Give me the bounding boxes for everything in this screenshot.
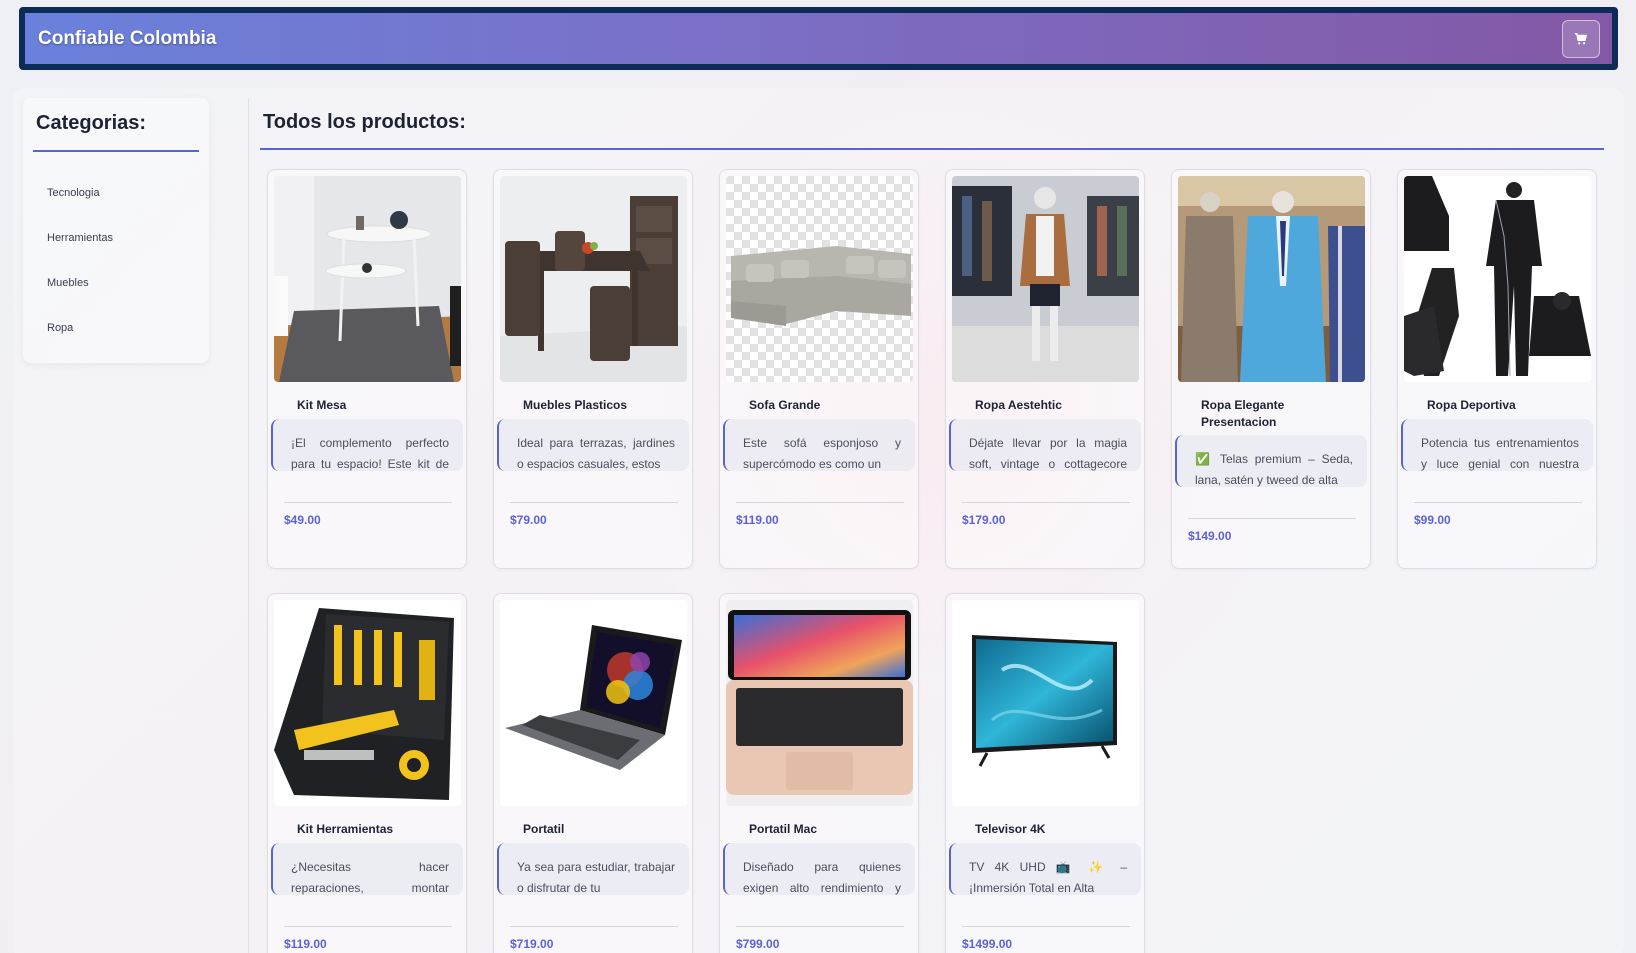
product-price: $1499.00 <box>962 937 1013 951</box>
product-divider <box>510 502 678 503</box>
category-item-ropa[interactable]: Ropa <box>47 320 113 365</box>
product-description: ¿Necesitas hacer reparaciones, montar mu… <box>271 843 463 895</box>
product-description: ¡El complemento perfecto para tu espacio… <box>271 419 463 471</box>
products-title: Todos los productos: <box>263 111 466 133</box>
product-name: Kit Herramientas <box>297 822 394 836</box>
product-card[interactable]: Ropa Elegante Presentacion ✅ Telas premi… <box>1171 169 1371 569</box>
product-divider <box>284 502 452 503</box>
sidebar-underline <box>33 150 199 152</box>
product-price: $179.00 <box>962 513 1006 527</box>
product-card[interactable]: Portatil Ya sea para estudiar, trabajar … <box>493 593 693 953</box>
products-underline <box>260 148 1604 150</box>
product-divider <box>510 926 678 927</box>
product-divider <box>962 926 1130 927</box>
product-divider <box>284 926 452 927</box>
product-price: $49.00 <box>284 513 321 527</box>
cart-button[interactable] <box>1562 19 1600 58</box>
product-divider <box>736 926 904 927</box>
product-image-ropa-aesthetic <box>952 176 1139 382</box>
category-item-tecnologia[interactable]: Tecnologia <box>47 185 113 230</box>
product-name: Portatil Mac <box>749 822 818 836</box>
product-divider <box>1188 518 1356 519</box>
product-image-portatil-mac <box>726 600 913 806</box>
product-price: $799.00 <box>736 937 780 951</box>
sidebar-title: Categorias: <box>36 112 147 134</box>
product-card[interactable]: Kit Herramientas ¿Necesitas hacer repara… <box>267 593 467 953</box>
product-image-kit-herramientas <box>274 600 461 806</box>
product-description: Ideal para terrazas, jardines o espacios… <box>497 419 689 471</box>
product-name: Televisor 4K <box>975 822 1046 836</box>
product-price: $79.00 <box>510 513 547 527</box>
product-name: Kit Mesa <box>297 398 347 412</box>
product-card[interactable]: Portatil Mac Diseñado para quienes exige… <box>719 593 919 953</box>
product-description: Ya sea para estudiar, trabajar o disfrut… <box>497 843 689 895</box>
product-image-muebles-plasticos <box>500 176 687 382</box>
product-name: Ropa Elegante Presentacion <box>1201 398 1285 429</box>
product-grid: Kit Mesa ¡El complemento perfecto para t… <box>267 169 1617 953</box>
product-card[interactable]: Muebles Plasticos Ideal para terrazas, j… <box>493 169 693 569</box>
product-card[interactable]: Televisor 4K TV 4K UHD 📺 ✨ – ¡Inmersión … <box>945 593 1145 953</box>
category-sidebar: Categorias: Tecnologia Herramientas Mueb… <box>23 98 209 363</box>
product-description: Potencia tus entrenamientos y luce genia… <box>1401 419 1593 471</box>
category-list: Tecnologia Herramientas Muebles Ropa <box>47 185 113 365</box>
product-price: $149.00 <box>1188 529 1232 543</box>
top-header: Confiable Colombia <box>19 7 1618 70</box>
product-price: $719.00 <box>510 937 554 951</box>
product-name: Muebles Plasticos <box>523 398 628 412</box>
product-price: $119.00 <box>736 513 779 527</box>
product-description: Déjate llevar por la magia soft, vintage… <box>949 419 1141 471</box>
product-image-televisor-4k <box>952 600 1139 806</box>
product-card[interactable]: Ropa Deportiva Potencia tus entrenamient… <box>1397 169 1597 569</box>
product-name: Sofa Grande <box>749 398 821 412</box>
product-description: ✅ Telas premium – Seda, lana, satén y tw… <box>1175 435 1367 487</box>
sidebar-divider <box>248 98 249 953</box>
product-name: Ropa Deportiva <box>1427 398 1516 412</box>
product-image-ropa-deportiva <box>1404 176 1591 382</box>
product-description: Este sofá esponjoso y supercómodo es com… <box>723 419 915 471</box>
product-image-sofa-grande <box>726 176 913 382</box>
product-card[interactable]: Sofa Grande Este sofá esponjoso y superc… <box>719 169 919 569</box>
product-image-ropa-elegante <box>1178 176 1365 382</box>
cart-icon <box>1574 32 1587 44</box>
product-image-kit-mesa <box>274 176 461 382</box>
product-name: Portatil <box>523 822 565 836</box>
product-divider <box>736 502 904 503</box>
product-description: TV 4K UHD 📺 ✨ – ¡Inmersión Total en Alta <box>949 843 1141 895</box>
product-image-portatil <box>500 600 687 806</box>
brand-title[interactable]: Confiable Colombia <box>38 28 216 50</box>
product-price: $119.00 <box>284 937 327 951</box>
category-item-herramientas[interactable]: Herramientas <box>47 230 113 275</box>
product-card[interactable]: Kit Mesa ¡El complemento perfecto para t… <box>267 169 467 569</box>
product-divider <box>962 502 1130 503</box>
product-description: Diseñado para quienes exigen alto rendim… <box>723 843 915 895</box>
product-name: Ropa Aestehtic <box>975 398 1062 412</box>
product-divider <box>1414 502 1582 503</box>
product-card[interactable]: Ropa Aestehtic Déjate llevar por la magi… <box>945 169 1145 569</box>
product-price: $99.00 <box>1414 513 1451 527</box>
category-item-muebles[interactable]: Muebles <box>47 275 113 320</box>
